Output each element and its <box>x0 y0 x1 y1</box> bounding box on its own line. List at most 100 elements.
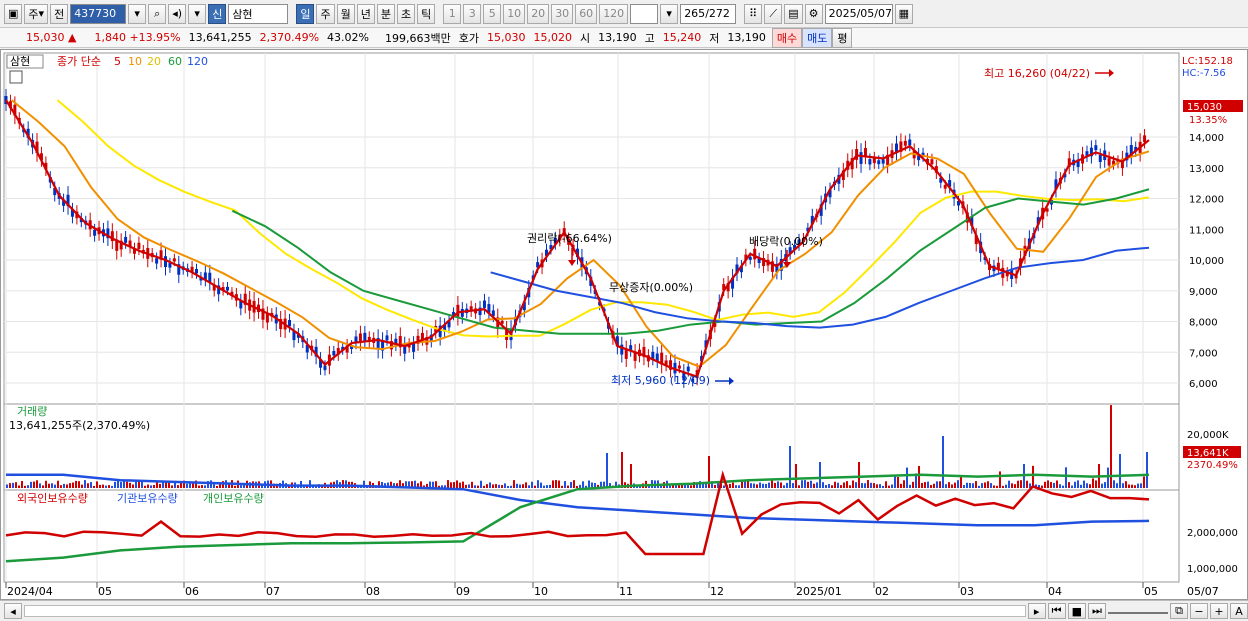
rights-annotation: 권리락(-66.64%) <box>527 232 612 245</box>
save-icon[interactable]: ▤ <box>784 3 803 24</box>
minute-10[interactable]: 10 <box>503 3 526 24</box>
volume-bar <box>198 485 200 488</box>
hc-label: HC:-7.56 <box>1182 68 1226 79</box>
interval-week[interactable]: 주 <box>316 3 335 24</box>
stop-icon[interactable]: ■ <box>1067 603 1086 619</box>
current-pct-axis-label: 13.35% <box>1189 115 1227 126</box>
volume-bar <box>90 482 92 488</box>
speaker-icon[interactable]: ◂) <box>168 3 187 24</box>
volume-bar <box>456 480 458 488</box>
volume-bar <box>852 480 854 488</box>
speed-slider[interactable] <box>1108 608 1168 614</box>
volume-bar <box>1134 485 1136 488</box>
stock-name-field[interactable]: 삼현 <box>228 3 289 24</box>
zoom-in-icon[interactable]: + <box>1210 603 1228 619</box>
stock-code-input[interactable]: 437730 <box>70 3 127 24</box>
x-tick-label: 2024/04 <box>7 585 53 598</box>
eval-button[interactable]: 평 <box>832 27 853 48</box>
volume-bar <box>963 485 965 488</box>
chevron-down-icon[interactable]: ▾ <box>188 3 207 24</box>
scroll-right-icon[interactable]: ▸ <box>1027 603 1046 619</box>
volume-bar <box>948 482 950 488</box>
volume-bar <box>570 482 572 488</box>
volume-bar <box>1014 484 1016 488</box>
volume-bar <box>786 482 788 488</box>
price-tick-label: 12,000 <box>1189 195 1224 206</box>
volume-bar <box>1059 484 1061 488</box>
candle-body <box>172 258 176 262</box>
minute-60[interactable]: 60 <box>575 3 598 24</box>
tool-icon[interactable]: ⧉ <box>1170 603 1188 619</box>
minute-30[interactable]: 30 <box>551 3 574 24</box>
volume-value: 13,641,255 <box>188 31 252 44</box>
interval-year[interactable]: 년 <box>356 3 375 24</box>
table-icon[interactable] <box>9 70 23 84</box>
volume-bar <box>159 483 161 488</box>
buy-button[interactable]: 매수 <box>771 27 803 48</box>
minute-20[interactable]: 20 <box>527 3 550 24</box>
scroll-left-icon[interactable]: ◂ <box>4 603 22 619</box>
interval-day[interactable]: 일 <box>296 3 315 24</box>
volume-bar <box>912 481 914 488</box>
custom-interval-dropdown[interactable]: ▾ <box>660 3 679 24</box>
volume-bar <box>744 481 746 488</box>
candle-body <box>877 160 881 165</box>
candle-body <box>1098 155 1102 163</box>
minute-3[interactable]: 3 <box>463 3 482 24</box>
volume-bar <box>789 446 791 488</box>
custom-interval-input[interactable] <box>630 3 659 24</box>
dropdown-icon[interactable]: ▾ <box>128 3 147 24</box>
search-icon[interactable]: ⌕ <box>148 3 167 24</box>
scroll-track[interactable] <box>24 605 1026 617</box>
volume-bar <box>981 483 983 488</box>
minute-1[interactable]: 1 <box>443 3 462 24</box>
lc-label: LC:152.18 <box>1182 56 1233 67</box>
chart-area[interactable]: 삼현 종가 단순 5 10 20 60 120 LC:152.18 HC:-7.… <box>0 49 1248 600</box>
zoom-out-icon[interactable]: − <box>1190 603 1208 619</box>
gear-icon[interactable]: ⚙ <box>804 3 823 24</box>
font-size-icon[interactable]: A <box>1230 603 1248 619</box>
minute-5[interactable]: 5 <box>483 3 502 24</box>
volume-bar <box>117 480 119 488</box>
skip-back-icon[interactable]: ⏮ <box>1047 603 1066 619</box>
volume-bar <box>15 482 17 488</box>
interval-second[interactable]: 초 <box>396 3 416 24</box>
volume-bar <box>921 482 923 488</box>
volume-bar <box>435 481 437 488</box>
scroll-bar[interactable]: ◂ ▸ ⏮ ■ ⏭ ⧉ − + A <box>0 600 1248 621</box>
line-tool-icon[interactable]: ⟋ <box>764 3 783 24</box>
period-type-select[interactable]: 주 ▾ <box>24 3 49 24</box>
volume-value-label: 13,641,255주(2,370.49%) <box>9 419 150 432</box>
ask-price: 15,030 <box>486 31 526 44</box>
calendar-icon[interactable]: ▦ <box>894 3 913 24</box>
candle-body <box>903 140 907 146</box>
volume-bar <box>1116 483 1118 488</box>
window-icon[interactable]: ▣ <box>4 3 23 24</box>
prev-button[interactable]: 전 <box>50 3 69 24</box>
stock-chart[interactable]: 삼현 종가 단순 5 10 20 60 120 LC:152.18 HC:-7.… <box>1 50 1247 599</box>
volume-bar <box>750 483 752 488</box>
volume-bar <box>60 485 62 488</box>
skip-forward-icon[interactable]: ⏭ <box>1088 603 1106 619</box>
interval-minute[interactable]: 분 <box>376 3 395 24</box>
volume-bar <box>855 482 857 488</box>
volume-bar <box>735 485 737 488</box>
volume-bar <box>996 485 998 488</box>
volume-bar <box>873 483 875 488</box>
volume-bar <box>1101 483 1103 488</box>
volume-bar <box>621 452 623 488</box>
minute-120[interactable]: 120 <box>599 3 629 24</box>
sell-button[interactable]: 매도 <box>802 27 833 48</box>
volume-bar <box>939 481 941 488</box>
interval-month[interactable]: 월 <box>336 3 355 24</box>
volume-bar <box>933 483 935 488</box>
x-tick-label: 11 <box>619 585 633 598</box>
volume-bar <box>555 480 557 488</box>
dots-icon[interactable]: ⠿ <box>744 3 763 24</box>
ma-10: 10 <box>128 55 142 68</box>
date-input[interactable]: 2025/05/07 <box>824 3 893 24</box>
high-arrowhead <box>1109 69 1114 77</box>
interval-tick[interactable]: 틱 <box>417 3 436 24</box>
volume-bar <box>63 483 65 488</box>
bar-count-field[interactable]: 265/272 <box>680 3 737 24</box>
